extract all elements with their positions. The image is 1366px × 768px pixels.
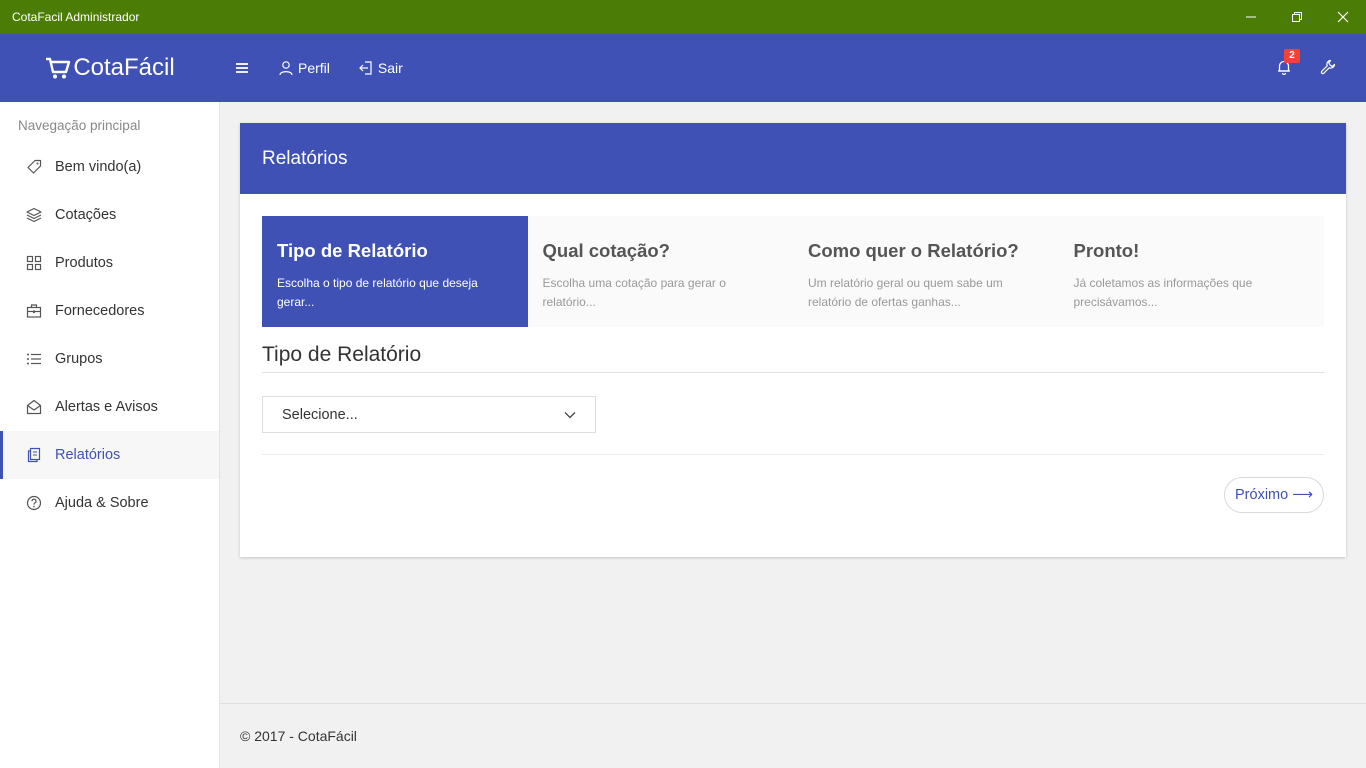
window-titlebar: CotaFacil Administrador	[0, 0, 1366, 34]
minimize-button[interactable]	[1228, 0, 1274, 34]
close-button[interactable]	[1320, 0, 1366, 34]
grid-icon	[26, 255, 42, 271]
sidebar-item-groups[interactable]: Grupos	[0, 335, 219, 383]
chevron-down-icon	[564, 411, 576, 418]
sidebar-item-welcome[interactable]: Bem vindo(a)	[0, 143, 219, 191]
brand-name: CotaFácil	[73, 54, 175, 81]
window-title: CotaFacil Administrador	[12, 10, 140, 24]
documents-icon	[27, 447, 41, 463]
sidebar-item-quotes[interactable]: Cotações	[0, 191, 219, 239]
settings-button[interactable]	[1320, 59, 1338, 77]
sidebar-item-label: Bem vindo(a)	[55, 159, 142, 175]
select-value: Selecione...	[282, 406, 358, 423]
hamburger-icon	[236, 63, 248, 73]
menu-toggle-button[interactable]	[234, 60, 250, 76]
tag-icon	[27, 159, 42, 174]
sidebar-item-alerts[interactable]: Alertas e Avisos	[0, 383, 219, 431]
help-circle-icon	[26, 495, 42, 511]
arrow-right-icon: ⟶	[1292, 487, 1313, 503]
sidebar-item-suppliers[interactable]: Fornecedores	[0, 287, 219, 335]
briefcase-icon	[26, 304, 42, 318]
step-report-type[interactable]: Tipo de Relatório Escolha o tipo de rela…	[262, 216, 528, 327]
notifications-button[interactable]: 2	[1276, 49, 1300, 77]
main-content: Relatórios Tipo de Relatório Escolha o t…	[220, 102, 1366, 768]
envelope-icon	[26, 399, 42, 415]
footer-copyright: © 2017 - CotaFácil	[240, 728, 357, 744]
wizard-steps: Tipo de Relatório Escolha o tipo de rela…	[262, 216, 1324, 327]
logout-icon	[359, 61, 372, 75]
profile-link[interactable]: Perfil	[278, 60, 330, 76]
step-description: Escolha uma cotação para gerar o relatór…	[542, 276, 726, 309]
next-button[interactable]: Próximo ⟶	[1224, 477, 1324, 513]
brand-logo[interactable]: CotaFácil	[0, 54, 220, 82]
logout-link[interactable]: Sair	[358, 60, 403, 76]
close-icon	[1337, 11, 1349, 23]
profile-label: Perfil	[298, 60, 330, 76]
next-button-label: Próximo	[1235, 487, 1289, 503]
restore-button[interactable]	[1274, 0, 1320, 34]
step-description: Escolha o tipo de relatório que deseja g…	[277, 276, 478, 309]
step-title: Como quer o Relatório?	[808, 240, 1019, 261]
notification-badge: 2	[1284, 49, 1300, 63]
list-icon	[27, 353, 41, 365]
step-description: Já coletamos as informações que precisáv…	[1073, 276, 1253, 309]
step-done[interactable]: Pronto! Já coletamos as informações que …	[1059, 216, 1325, 327]
sidebar-item-label: Ajuda & Sobre	[55, 495, 149, 511]
step-title: Tipo de Relatório	[277, 240, 428, 261]
step-report-format[interactable]: Como quer o Relatório? Um relatório gera…	[793, 216, 1059, 327]
app-header: CotaFácil Perfil Sair 2	[0, 34, 1366, 102]
sidebar-item-products[interactable]: Produtos	[0, 239, 219, 287]
reports-card: Relatórios Tipo de Relatório Escolha o t…	[240, 123, 1346, 557]
step-title: Pronto!	[1073, 240, 1140, 261]
layers-icon	[26, 207, 42, 223]
cart-icon	[46, 57, 71, 79]
restore-icon	[1292, 12, 1302, 22]
logout-label: Sair	[377, 60, 403, 76]
user-icon	[279, 61, 293, 76]
report-type-select[interactable]: Selecione...	[262, 396, 596, 433]
sidebar-item-label: Cotações	[55, 207, 117, 223]
step-which-quote[interactable]: Qual cotação? Escolha uma cotação para g…	[528, 216, 794, 327]
window-controls	[1228, 0, 1366, 34]
section-title: Tipo de Relatório	[262, 343, 1324, 373]
sidebar-section-title: Navegação principal	[18, 118, 141, 133]
sidebar-item-label: Produtos	[55, 255, 114, 271]
sidebar-item-label: Relatórios	[55, 447, 121, 463]
page-title: Relatórios	[240, 123, 1346, 194]
header-actions: 2	[1276, 49, 1366, 77]
step-title: Qual cotação?	[542, 240, 670, 261]
footer: © 2017 - CotaFácil	[220, 703, 1366, 768]
sidebar: Navegação principal Bem vindo(a) Cotaçõe…	[0, 102, 220, 768]
step-description: Um relatório geral ou quem sabe um relat…	[808, 276, 1003, 309]
divider	[262, 454, 1324, 455]
sidebar-item-label: Alertas e Avisos	[55, 399, 158, 415]
sidebar-item-label: Grupos	[55, 351, 103, 367]
sidebar-item-reports[interactable]: Relatórios	[0, 431, 219, 479]
minimize-icon	[1246, 16, 1256, 18]
wrench-icon	[1320, 59, 1336, 75]
sidebar-item-label: Fornecedores	[55, 303, 145, 319]
top-nav: Perfil Sair	[234, 60, 403, 76]
sidebar-item-help[interactable]: Ajuda & Sobre	[0, 479, 219, 527]
